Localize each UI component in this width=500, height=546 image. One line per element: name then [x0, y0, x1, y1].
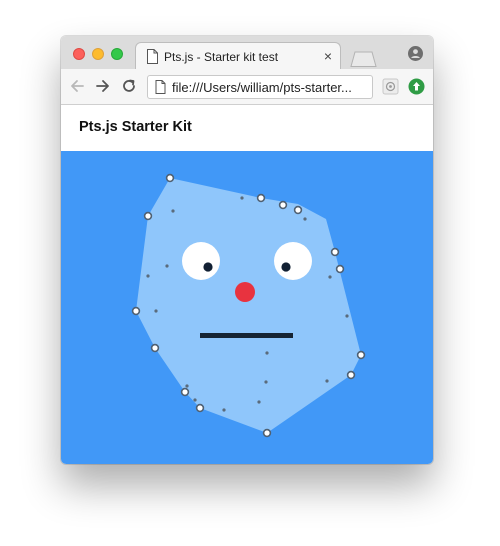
tab-strip: Pts.js - Starter kit test ×	[61, 36, 433, 70]
vertex-marker[interactable]	[131, 306, 141, 316]
dot	[185, 384, 189, 388]
vertex-marker[interactable]	[165, 173, 175, 183]
dot	[265, 351, 269, 355]
vertex-marker[interactable]	[195, 403, 205, 413]
tab-close-button[interactable]: ×	[324, 48, 332, 64]
vertex-marker[interactable]	[346, 370, 356, 380]
vertex-marker[interactable]	[262, 428, 272, 438]
vertex-marker[interactable]	[293, 205, 303, 215]
dot	[171, 209, 175, 213]
dot	[154, 309, 158, 313]
pts-canvas-svg	[61, 151, 433, 464]
vertex-marker[interactable]	[256, 193, 266, 203]
green-upload-extension-icon[interactable]	[408, 78, 425, 95]
arrow-right-icon[interactable]	[95, 78, 111, 94]
page-header: Pts.js Starter Kit	[61, 105, 433, 151]
dot	[303, 217, 307, 221]
pts-canvas[interactable]	[61, 151, 433, 464]
browser-toolbar: file:///Users/william/pts-starter...	[61, 69, 433, 105]
vertex-marker[interactable]	[143, 211, 153, 221]
address-bar[interactable]: file:///Users/william/pts-starter...	[147, 75, 373, 99]
vertex-marker[interactable]	[356, 350, 366, 360]
address-bar-url: file:///Users/william/pts-starter...	[172, 80, 352, 95]
browser-window: Pts.js - Starter kit test × file:///User…	[61, 36, 433, 464]
document-icon	[155, 80, 166, 94]
dot	[240, 196, 244, 200]
arrow-left-icon[interactable]	[69, 78, 85, 94]
page-title: Pts.js Starter Kit	[79, 119, 192, 135]
dot	[328, 275, 332, 279]
dot	[325, 379, 329, 383]
vertex-marker[interactable]	[335, 264, 345, 274]
left-eye	[182, 242, 220, 280]
tab-pts-starter-kit[interactable]: Pts.js - Starter kit test ×	[135, 42, 341, 70]
puzzle-extension-icon[interactable]	[382, 78, 399, 95]
maximize-window-button[interactable]	[111, 48, 123, 60]
dot	[264, 380, 268, 384]
vertex-marker[interactable]	[150, 343, 160, 353]
tab-title: Pts.js - Starter kit test	[164, 50, 279, 64]
dot	[345, 314, 349, 318]
new-tab-button[interactable]	[350, 51, 377, 67]
nose	[235, 282, 255, 302]
vertex-marker[interactable]	[330, 247, 340, 257]
reload-icon[interactable]	[121, 78, 137, 94]
mouth	[200, 333, 293, 338]
person-circle-icon[interactable]	[408, 46, 423, 61]
dot	[193, 398, 197, 402]
dot	[165, 264, 169, 268]
right-pupil	[281, 262, 291, 272]
dot	[222, 408, 226, 412]
vertex-marker[interactable]	[180, 387, 190, 397]
document-icon	[147, 49, 158, 64]
dot	[146, 274, 150, 278]
dot	[257, 400, 261, 404]
vertex-marker[interactable]	[278, 200, 288, 210]
left-pupil	[203, 262, 213, 272]
minimize-window-button[interactable]	[92, 48, 104, 60]
right-eye	[274, 242, 312, 280]
close-window-button[interactable]	[73, 48, 85, 60]
